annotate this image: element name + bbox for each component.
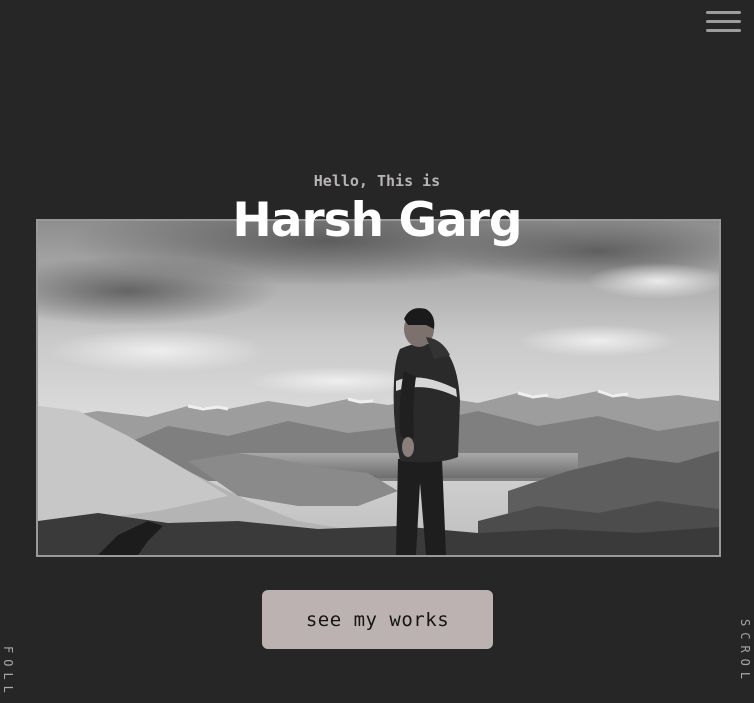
hero-photo [36,219,721,557]
menu-icon-bar [706,20,741,23]
scroll-side-label: SCROL [738,619,752,686]
hero-name: Harsh Garg [232,193,522,248]
follow-side-label: FOLL [1,646,15,699]
menu-icon[interactable] [706,9,742,35]
menu-icon-bar [706,29,741,32]
hero-greeting: Hello, This is [313,172,441,190]
see-my-works-button[interactable]: see my works [262,590,493,649]
menu-icon-bar [706,11,741,14]
